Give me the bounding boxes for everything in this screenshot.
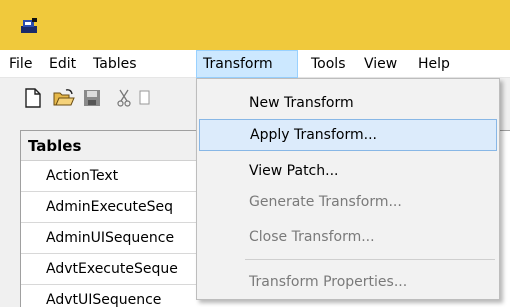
table-row[interactable]: AdvtUISequence xyxy=(21,285,201,307)
save-icon[interactable] xyxy=(83,88,101,108)
menu-edit[interactable]: Edit xyxy=(43,50,82,78)
menu-tools[interactable]: Tools xyxy=(305,50,352,78)
cut-icon[interactable] xyxy=(117,88,131,108)
app-icon xyxy=(21,18,37,33)
menu-help[interactable]: Help xyxy=(412,50,456,78)
transform-dropdown-menu: New Transform Apply Transform... View Pa… xyxy=(196,78,500,300)
app-window: File Edit Tables Transform Tools View He… xyxy=(0,0,510,307)
new-file-icon[interactable] xyxy=(24,88,42,108)
table-row[interactable]: AdminExecuteSeq xyxy=(21,192,201,223)
menu-view[interactable]: View xyxy=(358,50,403,78)
copy-icon[interactable] xyxy=(138,88,152,108)
open-folder-icon[interactable] xyxy=(53,88,75,108)
menu-item-view-patch[interactable]: View Patch... xyxy=(199,156,497,188)
menu-item-apply-transform[interactable]: Apply Transform... xyxy=(199,119,497,151)
menu-item-generate-transform[interactable]: Generate Transform... xyxy=(199,187,497,219)
tables-header: Tables xyxy=(21,131,201,161)
menu-item-close-transform[interactable]: Close Transform... xyxy=(199,222,497,254)
table-row[interactable]: AdminUISequence xyxy=(21,223,201,254)
menu-file[interactable]: File xyxy=(3,50,38,78)
menu-tables[interactable]: Tables xyxy=(87,50,143,78)
menu-bar: File Edit Tables Transform Tools View He… xyxy=(0,50,510,78)
menu-separator xyxy=(245,259,495,260)
menu-transform[interactable]: Transform xyxy=(196,50,298,78)
tables-pane: Tables ActionText AdminExecuteSeq AdminU… xyxy=(20,130,201,307)
table-row[interactable]: ActionText xyxy=(21,161,201,192)
title-bar xyxy=(0,0,510,50)
table-row[interactable]: AdvtExecuteSeque xyxy=(21,254,201,285)
menu-item-new-transform[interactable]: New Transform xyxy=(199,88,497,120)
menu-item-transform-properties[interactable]: Transform Properties... xyxy=(199,267,497,299)
